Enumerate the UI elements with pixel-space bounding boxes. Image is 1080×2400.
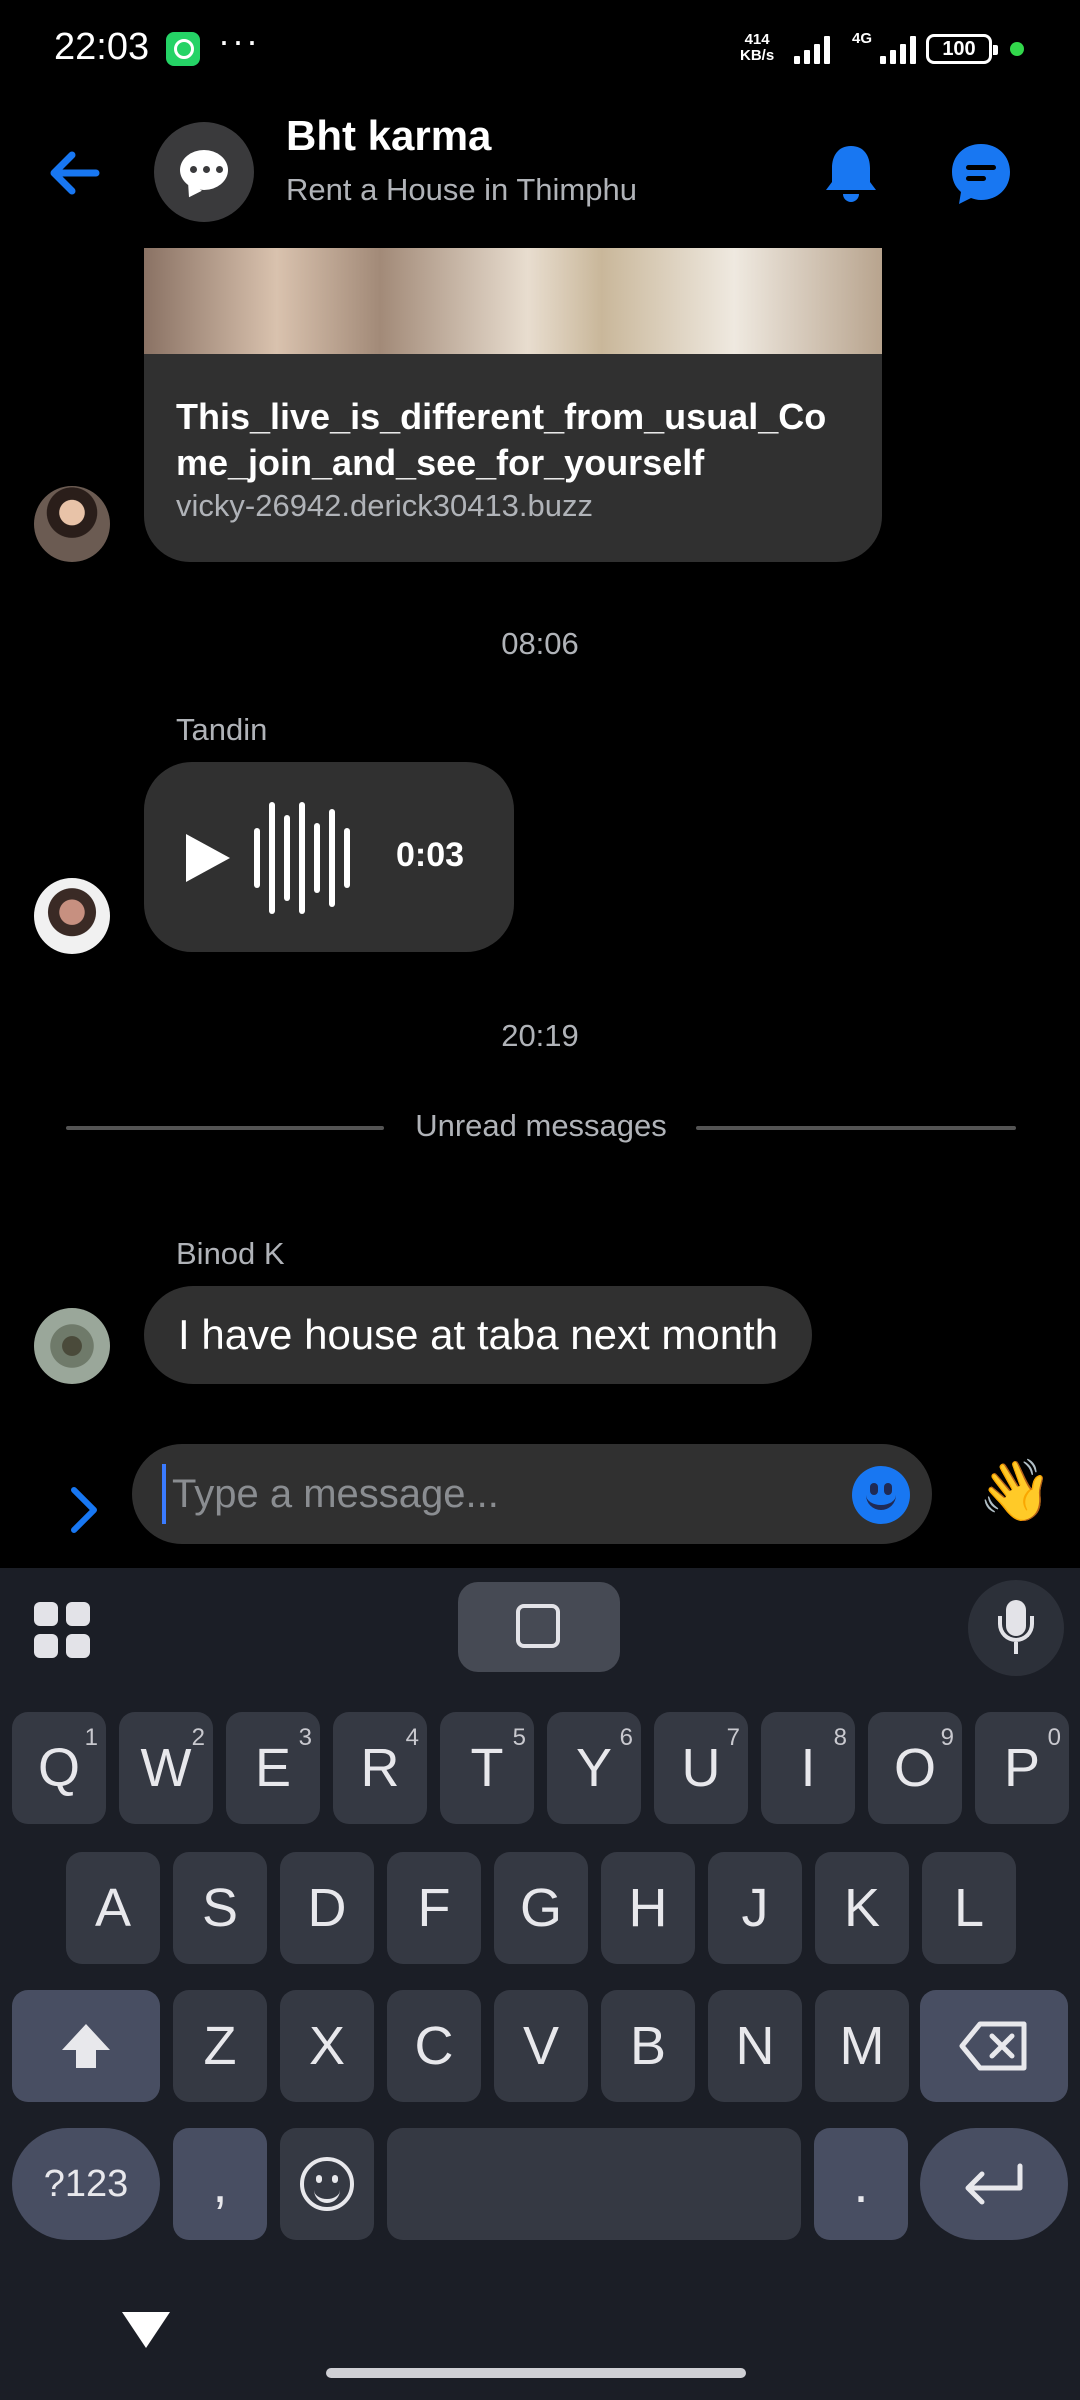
- group-avatar[interactable]: [154, 122, 254, 222]
- key-w[interactable]: W2: [119, 1712, 213, 1824]
- sender-name: Tandin: [176, 712, 268, 747]
- link-preview-card[interactable]: This_live_is_different_from_usual_Come_j…: [144, 248, 882, 562]
- link-preview-image: [144, 248, 882, 354]
- on-screen-keyboard: Q1 W2 E3 R4 T5 Y6 U7 I8 O9 P0 A S D F G …: [0, 1568, 1080, 2400]
- key-p[interactable]: P0: [975, 1712, 1069, 1824]
- back-arrow-icon[interactable]: [40, 138, 110, 208]
- microphone-button[interactable]: [968, 1580, 1064, 1676]
- sticker-button[interactable]: [458, 1582, 620, 1672]
- hide-keyboard-icon[interactable]: [122, 2312, 170, 2348]
- backspace-icon: [959, 2021, 1027, 2071]
- sender-name: Binod K: [176, 1236, 285, 1271]
- chat-header: Bht karma Rent a House in Thimphu: [0, 100, 1080, 248]
- unread-divider: Unread messages: [66, 1108, 1016, 1148]
- key-g[interactable]: G: [494, 1852, 588, 1964]
- home-gesture-bar[interactable]: [326, 2368, 746, 2378]
- threads-icon[interactable]: [946, 138, 1016, 208]
- apps-grid-icon[interactable]: [34, 1602, 90, 1658]
- message-composer: 👋: [0, 1438, 1080, 1568]
- status-time: 22:03: [54, 26, 150, 68]
- voice-duration: 0:03: [396, 836, 465, 874]
- key-l[interactable]: L: [922, 1852, 1016, 1964]
- sender-avatar[interactable]: [34, 1308, 110, 1384]
- key-c[interactable]: C: [387, 1990, 481, 2102]
- message-timestamp: 08:06: [501, 626, 579, 661]
- message-list[interactable]: This_live_is_different_from_usual_Come_j…: [0, 248, 1080, 1438]
- privacy-indicator-dot: [1010, 42, 1024, 56]
- chat-subtitle[interactable]: Rent a House in Thimphu: [286, 172, 637, 208]
- backspace-key[interactable]: [920, 1990, 1068, 2102]
- network-speed: 414 KB/s: [740, 32, 774, 64]
- shift-arrow-icon: [62, 2024, 110, 2068]
- status-bar: 22:03 ··· 414 KB/s 4G 100: [0, 0, 1080, 100]
- emoji-key[interactable]: [280, 2128, 374, 2240]
- comma-key[interactable]: ,: [173, 2128, 267, 2240]
- enter-key[interactable]: [920, 2128, 1068, 2240]
- signal-strength-icon: [794, 36, 830, 64]
- key-u[interactable]: U7: [654, 1712, 748, 1824]
- text-message-bubble[interactable]: I have house at taba next month: [144, 1286, 813, 1384]
- sticker-icon: [516, 1604, 560, 1648]
- key-y[interactable]: Y6: [547, 1712, 641, 1824]
- key-m[interactable]: M: [815, 1990, 909, 2102]
- emoji-icon[interactable]: [852, 1466, 910, 1524]
- network-speed-unit: KB/s: [740, 47, 775, 64]
- network-type-label: 4G: [852, 30, 873, 47]
- whatsapp-notification-icon: [166, 32, 200, 66]
- key-r[interactable]: R4: [333, 1712, 427, 1824]
- key-t[interactable]: T5: [440, 1712, 534, 1824]
- key-e[interactable]: E3: [226, 1712, 320, 1824]
- smiley-icon: [300, 2157, 354, 2211]
- link-preview-title: This_live_is_different_from_usual_Come_j…: [176, 396, 827, 483]
- key-j[interactable]: J: [708, 1852, 802, 1964]
- sender-avatar[interactable]: [34, 486, 110, 562]
- symbols-key[interactable]: ?123: [12, 2128, 160, 2240]
- shift-key[interactable]: [12, 1990, 160, 2102]
- bell-icon[interactable]: [816, 138, 886, 208]
- keyboard-toolbar: [0, 1568, 1080, 1688]
- key-f[interactable]: F: [387, 1852, 481, 1964]
- chat-title[interactable]: Bht karma: [286, 112, 491, 160]
- key-q[interactable]: Q1: [12, 1712, 106, 1824]
- network-speed-value: 414: [744, 31, 770, 48]
- play-icon[interactable]: [186, 834, 230, 882]
- space-key[interactable]: [387, 2128, 801, 2240]
- message-input-container[interactable]: [132, 1444, 932, 1544]
- key-i[interactable]: I8: [761, 1712, 855, 1824]
- key-n[interactable]: N: [708, 1990, 802, 2102]
- key-k[interactable]: K: [815, 1852, 909, 1964]
- key-d[interactable]: D: [280, 1852, 374, 1964]
- key-x[interactable]: X: [280, 1990, 374, 2102]
- wave-emoji-button[interactable]: 👋: [978, 1456, 1053, 1526]
- divider-line: [696, 1126, 1016, 1130]
- enter-arrow-icon: [965, 2163, 1023, 2205]
- battery-icon: 100: [926, 34, 998, 64]
- more-notifications-icon: ···: [218, 20, 260, 61]
- key-b[interactable]: B: [601, 1990, 695, 2102]
- system-nav-bar: [0, 2292, 1080, 2400]
- message-input[interactable]: [162, 1464, 822, 1524]
- key-z[interactable]: Z: [173, 1990, 267, 2102]
- key-a[interactable]: A: [66, 1852, 160, 1964]
- voice-message[interactable]: 0:03: [144, 762, 514, 952]
- key-o[interactable]: O9: [868, 1712, 962, 1824]
- signal-strength-icon-2: [880, 36, 916, 64]
- message-timestamp: 20:19: [501, 1018, 579, 1053]
- key-h[interactable]: H: [601, 1852, 695, 1964]
- key-v[interactable]: V: [494, 1990, 588, 2102]
- audio-waveform: [254, 802, 350, 914]
- key-s[interactable]: S: [173, 1852, 267, 1964]
- chevron-right-icon[interactable]: [60, 1480, 108, 1540]
- period-key[interactable]: .: [814, 2128, 908, 2240]
- sender-avatar[interactable]: [34, 878, 110, 954]
- link-preview-url: vicky-26942.derick30413.buzz: [176, 488, 594, 523]
